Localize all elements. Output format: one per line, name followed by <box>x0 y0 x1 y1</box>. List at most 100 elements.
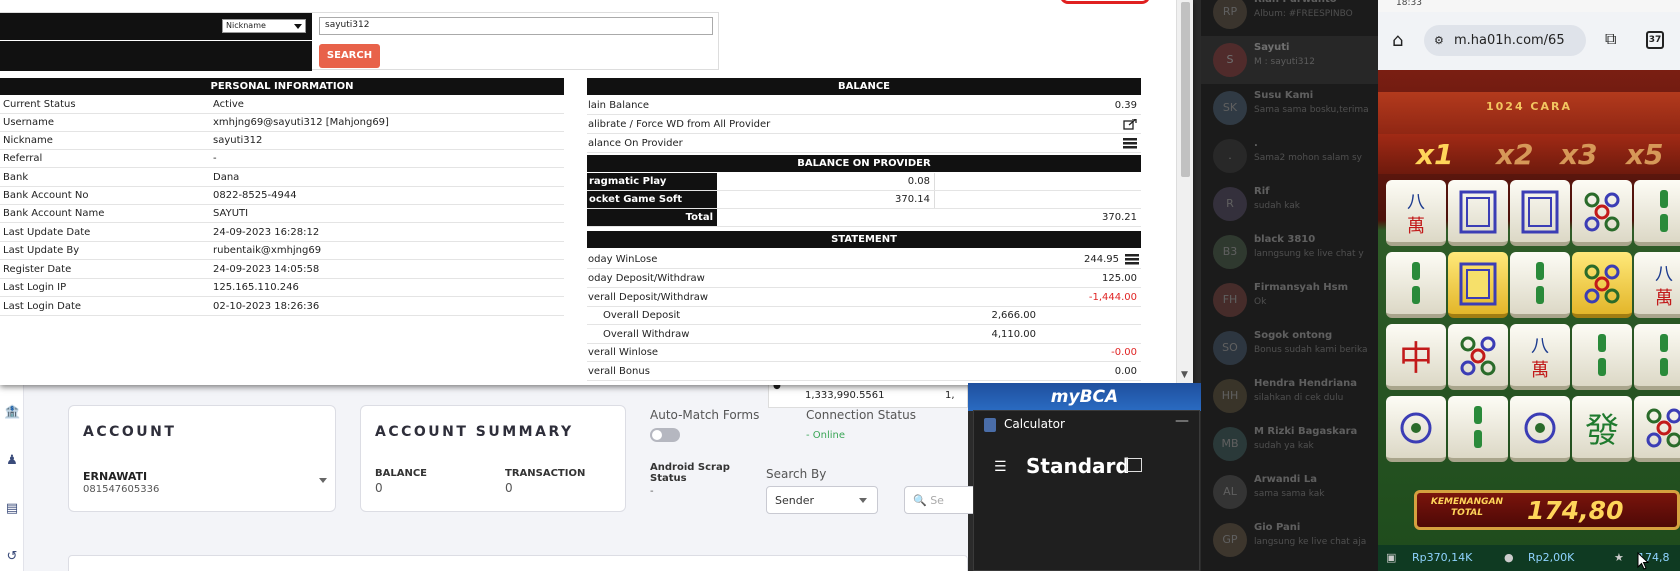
today-winlose-label: oday WinLose <box>588 254 658 265</box>
account-name[interactable]: ERNAWATI <box>83 470 147 483</box>
provider-total-row: Total 370.21 <box>587 209 1141 227</box>
chat-list-item[interactable]: SO Sogok ontong Bonus sudah kami berika <box>1201 324 1378 372</box>
calculator-window: Calculator — ☰ Standard <box>973 410 1200 571</box>
chat-avatar: . <box>1213 139 1247 173</box>
provider-name: ocket Game Soft <box>587 191 717 208</box>
svg-text:八: 八 <box>1655 264 1673 285</box>
chart-icon[interactable]: ▤ <box>4 501 20 517</box>
svg-text:萬: 萬 <box>1407 216 1425 237</box>
tab-count-icon[interactable]: 37 <box>1646 31 1664 49</box>
info-key: Register Date <box>3 264 72 275</box>
keep-on-top-icon[interactable] <box>1126 458 1142 472</box>
mahjong-tile <box>1510 396 1570 462</box>
mahjong-tile <box>1386 252 1446 318</box>
search-by-select[interactable]: Sender <box>766 486 878 514</box>
mahjong-tile-symbol-icon <box>1400 412 1432 444</box>
info-key: Last Update By <box>3 245 80 256</box>
account-card-title: ACCOUNT <box>83 424 177 440</box>
slot-game: 1024 CARA x1 x2 x3 x5 八萬八萬中八萬發 KEMENANGA… <box>1378 70 1680 571</box>
mahjong-tile-symbol-icon <box>1598 334 1606 376</box>
home-icon[interactable]: ⌂ <box>1392 30 1403 51</box>
wallet-icon: ▣ <box>1386 551 1397 564</box>
info-value: rubentaik@xmhjng69 <box>213 245 322 256</box>
mouse-cursor-icon <box>1637 552 1649 570</box>
today-dw-row: oday Deposit/Withdraw 125.00 <box>587 269 1141 288</box>
mahjong-tile <box>1386 396 1446 462</box>
personal-info-header: PERSONAL INFORMATION <box>0 78 564 95</box>
chat-list: RP Rian Purwanto Album: #FREESPINBO S Sayuti… <box>1201 0 1378 571</box>
external-link-icon[interactable] <box>1123 119 1137 130</box>
search-button[interactable]: SEARCH <box>319 44 380 68</box>
auto-match-toggle[interactable] <box>650 428 680 442</box>
search-by-label: Search By <box>766 467 827 481</box>
list-icon[interactable] <box>1125 254 1139 265</box>
today-dw-label: oday Deposit/Withdraw <box>588 273 705 284</box>
balance-on-provider-header: BALANCE ON PROVIDER <box>587 155 1141 172</box>
mybca-banner[interactable]: myBCA <box>968 383 1201 411</box>
history-icon[interactable]: ↺ <box>4 549 20 565</box>
account-dropdown-chevron-icon[interactable] <box>319 478 327 483</box>
list-icon[interactable] <box>1123 138 1137 149</box>
chat-contact-name: Rif <box>1254 186 1270 197</box>
mahjong-tile <box>1572 180 1632 246</box>
mahjong-tile-symbol-icon <box>1460 336 1496 376</box>
chat-list-item[interactable]: HH Hendra Hendriana silahkan di cek dulu <box>1201 372 1378 420</box>
chat-list-item[interactable]: GP Gio Pani langsung ke live chat aja <box>1201 516 1378 564</box>
chat-last-message: Ok <box>1254 297 1267 307</box>
chat-list-item[interactable]: .. Sama2 mohon salam sy <box>1201 132 1378 180</box>
users-icon[interactable]: ♟ <box>4 453 20 469</box>
info-key: Current Status <box>3 99 76 110</box>
close-pill[interactable] <box>1060 0 1150 4</box>
info-value: SAYUTI <box>213 208 249 219</box>
mahjong-tile-symbol-icon <box>1660 334 1668 376</box>
multiplier-x1: x1 <box>1416 138 1454 171</box>
svg-text:萬: 萬 <box>1531 360 1549 381</box>
chat-list-item[interactable]: MB M Rizki Bagaskara sudah ya kak <box>1201 420 1378 468</box>
chat-list-item[interactable]: B3 black 3810 lanngsung ke live chat y <box>1201 228 1378 276</box>
android-scrap-value: - <box>650 486 654 497</box>
dashboard-search-placeholder: Se <box>930 494 944 507</box>
chat-list-item[interactable]: R Rif sudah kak <box>1201 180 1378 228</box>
multiplier-x5: x5 <box>1626 138 1664 171</box>
chat-list-item[interactable]: FH Firmansyah Hsm Ok <box>1201 276 1378 324</box>
overall-winlose-value: -0.00 <box>1111 347 1137 358</box>
share-icon[interactable]: ⧉ <box>1605 29 1616 49</box>
site-settings-icon[interactable]: ⚙ <box>1434 25 1444 56</box>
chat-avatar: S <box>1213 43 1247 77</box>
calculator-title: Calculator <box>1004 417 1065 431</box>
chat-last-message: Sama2 mohon salam sy <box>1254 153 1363 163</box>
balance-widget: ● 1,333,990.5561 1, <box>768 381 968 408</box>
search-input[interactable]: sayuti312 <box>319 17 713 35</box>
dashboard-search-input[interactable]: 🔍 Se <box>904 486 984 514</box>
overall-dw-row: verall Deposit/Withdraw -1,444.00 <box>587 288 1141 307</box>
search-bar-top: Nickname <box>0 13 312 40</box>
summary-balance-value: 0 <box>375 481 383 495</box>
chat-list-item[interactable]: AL Arwandi La sama sama kak <box>1201 468 1378 516</box>
info-row: Username xmhjng69@sayuti312 [Mahjong69] <box>0 114 564 132</box>
info-value: Dana <box>213 172 240 183</box>
chat-avatar: GP <box>1213 523 1247 557</box>
overall-dw-label: verall Deposit/Withdraw <box>588 292 709 303</box>
info-key: Last Login IP <box>3 282 67 293</box>
popup-scrollbar[interactable]: ▼ <box>1176 0 1193 385</box>
url-bar[interactable]: ⚙ m.ha01h.com/65 <box>1424 25 1586 56</box>
svg-text:萬: 萬 <box>1655 288 1673 309</box>
scroll-down-arrow-icon[interactable]: ▼ <box>1181 370 1188 380</box>
hamburger-menu-icon[interactable]: ☰ <box>994 459 1007 475</box>
chat-list-item[interactable]: S Sayuti M : sayuti312 <box>1201 36 1378 84</box>
minimize-button[interactable]: — <box>1175 413 1189 429</box>
chat-contact-name: Sayuti <box>1254 42 1290 53</box>
mahjong-tile-symbol-icon: 八萬 <box>1531 336 1549 381</box>
chat-list-item[interactable]: RP Rian Purwanto Album: #FREESPINBO <box>1201 0 1378 36</box>
bank-icon[interactable]: 🏦 <box>4 405 20 421</box>
popup-scroll-thumb[interactable] <box>1181 2 1190 177</box>
mahjong-tile-symbol-icon <box>1584 192 1620 232</box>
info-value: 0822-8525-4944 <box>213 190 297 201</box>
info-value: 125.165.110.246 <box>213 282 299 293</box>
mahjong-tile-symbol-icon <box>1412 262 1420 304</box>
mahjong-tile <box>1634 324 1680 390</box>
chat-list-item[interactable]: SK Susu Kami Sama sama bosku,terima <box>1201 84 1378 132</box>
info-key: Bank <box>3 172 29 183</box>
search-filter-select[interactable]: Nickname <box>222 19 306 33</box>
mahjong-tile-symbol-icon <box>1646 408 1680 448</box>
